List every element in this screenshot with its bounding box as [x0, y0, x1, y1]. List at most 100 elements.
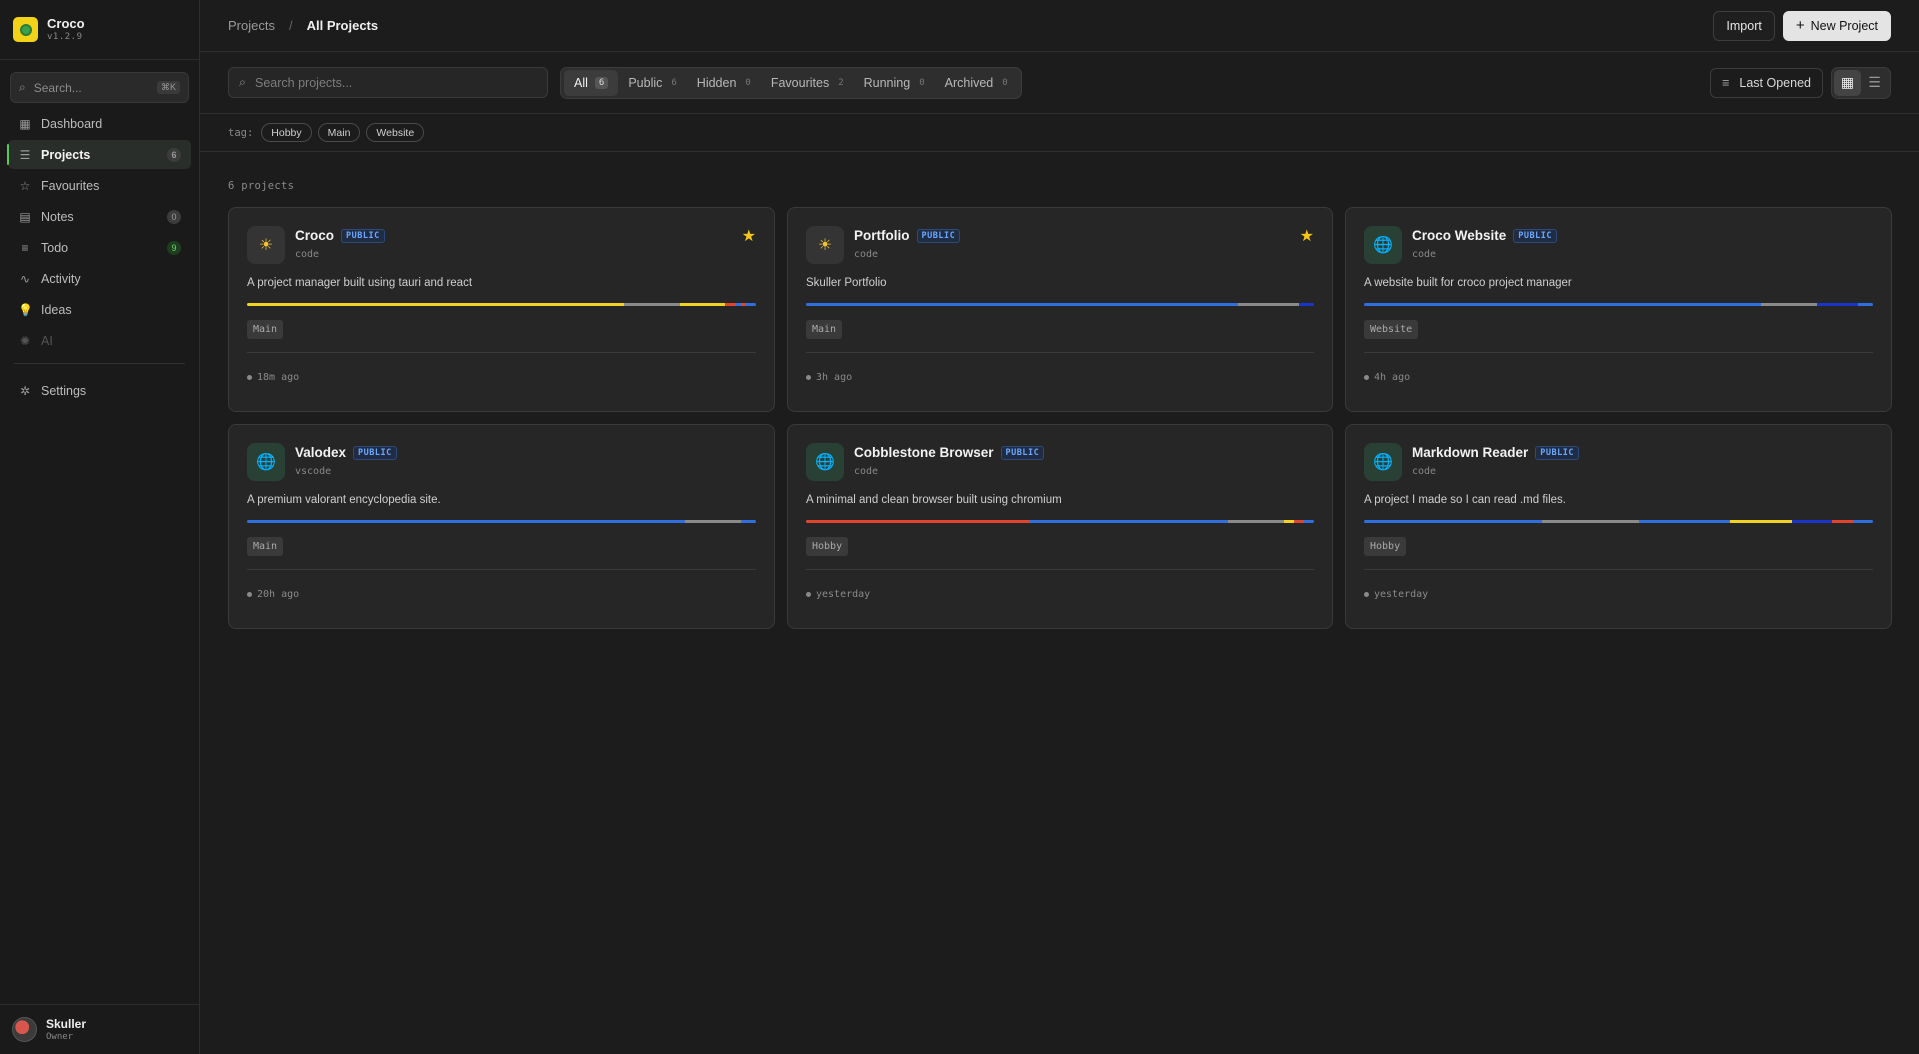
- new-project-button[interactable]: + New Project: [1782, 10, 1891, 41]
- card-header: 🌐 Valodex PUBLIC vscode: [247, 443, 756, 481]
- avatar: [12, 1017, 37, 1042]
- star-icon[interactable]: ★: [742, 226, 756, 246]
- project-card[interactable]: 🌐 Cobblestone Browser PUBLIC code A minimal …: [787, 424, 1333, 629]
- star-icon[interactable]: ★: [1300, 226, 1314, 246]
- projects-icon: ☰: [19, 147, 31, 162]
- project-card[interactable]: 🌐 Markdown Reader PUBLIC code A project I ma…: [1345, 424, 1892, 629]
- language-segment: [1227, 520, 1284, 523]
- sidebar-item-settings[interactable]: ✲ Settings: [8, 376, 191, 405]
- list-view-icon[interactable]: ☰: [1861, 70, 1888, 96]
- globe-icon: 🌐: [806, 443, 844, 481]
- last-opened: yesterday: [806, 589, 1314, 600]
- import-button[interactable]: Import: [1713, 10, 1775, 41]
- sidebar-item-projects[interactable]: ☰ Projects 6: [7, 140, 191, 169]
- count-badge: 9: [167, 240, 181, 255]
- sidebar-item-label: AI: [41, 333, 53, 348]
- card-header: ☀ Croco PUBLIC code: [247, 226, 756, 264]
- card-header: 🌐 Markdown Reader PUBLIC code: [1364, 443, 1873, 481]
- new-project-label: New Project: [1810, 18, 1878, 33]
- card-tags: Hobby: [806, 523, 1314, 556]
- shortcut-hint: ⌘K: [156, 81, 180, 94]
- sidebar-item-ai[interactable]: ✺ AI: [8, 326, 191, 355]
- project-description: A project manager built using tauri and …: [247, 277, 473, 289]
- brand[interactable]: Croco v1.2.9: [0, 0, 199, 60]
- sidebar-item-todo[interactable]: ≡ Todo 9: [8, 233, 191, 262]
- search-icon: ⌕: [19, 80, 26, 94]
- tag-chip-hobby[interactable]: Hobby: [261, 123, 312, 142]
- list-icon: ≡: [21, 240, 29, 255]
- language-segment: [806, 303, 1238, 306]
- project-card[interactable]: ☀ Portfolio PUBLIC code ★ Skuller Portfolio Ma…: [787, 207, 1333, 412]
- star-icon: ☆: [19, 178, 31, 193]
- sidebar-search[interactable]: ⌕ Search... ⌘K: [10, 72, 189, 103]
- project-type: vscode: [295, 466, 332, 477]
- main-content: Projects / All Projects Import + New Pro…: [200, 0, 1919, 1054]
- project-type: code: [854, 466, 879, 477]
- app-version: v1.2.9: [47, 32, 83, 42]
- project-title[interactable]: Cobblestone Browser: [854, 445, 994, 460]
- public-badge: PUBLIC: [1000, 445, 1045, 460]
- project-title[interactable]: Markdown Reader: [1412, 445, 1528, 460]
- card-title-block: Croco Website PUBLIC code: [1412, 226, 1557, 260]
- project-title[interactable]: Valodex: [295, 445, 346, 460]
- sort-button[interactable]: ≡ Last Opened: [1710, 67, 1823, 98]
- language-segment: [725, 303, 736, 306]
- language-segment: [1364, 303, 1762, 306]
- project-card[interactable]: ☀ Croco PUBLIC code ★ A project manager built…: [228, 207, 775, 412]
- user-profile[interactable]: Skuller Owner: [0, 1004, 199, 1054]
- tag-chip-main[interactable]: Main: [317, 123, 361, 142]
- bulb-icon: 💡: [18, 302, 33, 317]
- plus-icon: +: [1795, 17, 1805, 34]
- project-title[interactable]: Croco Website: [1412, 228, 1506, 243]
- filter-label: Archived: [944, 75, 994, 90]
- language-segment: [1237, 303, 1299, 306]
- project-description: Skuller Portfolio: [806, 277, 887, 289]
- globe-icon: 🌐: [247, 443, 285, 481]
- project-title[interactable]: Croco: [295, 228, 334, 243]
- language-bar: [247, 520, 756, 523]
- language-segment: [247, 303, 624, 306]
- project-search-input[interactable]: ⌕ Search projects...: [228, 67, 548, 98]
- sidebar-item-dashboard[interactable]: ▦ Dashboard: [8, 109, 191, 138]
- card-tags: Main: [247, 523, 756, 556]
- project-title[interactable]: Portfolio: [854, 228, 910, 243]
- public-badge: PUBLIC: [1513, 228, 1557, 243]
- card-title-block: Cobblestone Browser PUBLIC code: [854, 443, 1045, 477]
- tab-favourites[interactable]: Favourites 2: [761, 70, 854, 96]
- tab-hidden[interactable]: Hidden 0: [687, 70, 761, 96]
- card-divider: [806, 352, 1314, 353]
- globe-icon: 🌐: [1364, 443, 1402, 481]
- filter-count: 2: [838, 77, 844, 88]
- breadcrumb-projects[interactable]: Projects: [228, 18, 275, 33]
- project-card[interactable]: 🌐 Croco Website PUBLIC code A website built …: [1345, 207, 1892, 412]
- card-title-block: Valodex PUBLIC vscode: [295, 443, 397, 477]
- language-bar: [806, 520, 1314, 523]
- app-name: Croco: [47, 16, 85, 31]
- filter-label: Hidden: [696, 75, 737, 90]
- language-segment: [1303, 520, 1314, 523]
- project-grid: ☀ Croco PUBLIC code ★ A project manager built…: [228, 207, 1892, 629]
- language-bar: [247, 303, 756, 306]
- grid-view-icon[interactable]: ▦: [1834, 69, 1861, 96]
- language-segment: [1852, 520, 1873, 523]
- tab-running[interactable]: Running 0: [854, 70, 935, 96]
- tab-all[interactable]: All 6: [564, 69, 619, 96]
- tag-filter-bar: tag: Hobby Main Website: [200, 114, 1919, 152]
- sidebar-item-favourites[interactable]: ☆ Favourites: [8, 171, 191, 200]
- title-row: Croco PUBLIC: [295, 228, 385, 243]
- view-toggle: ▦ ☰: [1831, 66, 1891, 99]
- tab-archived[interactable]: Archived 0: [935, 70, 1018, 96]
- card-title-block: Markdown Reader PUBLIC code: [1412, 443, 1579, 477]
- project-card[interactable]: 🌐 Valodex PUBLIC vscode A premium valorant e…: [228, 424, 775, 629]
- sidebar-item-ideas[interactable]: 💡 Ideas: [8, 295, 191, 324]
- public-badge: PUBLIC: [353, 445, 397, 460]
- card-divider: [247, 352, 756, 353]
- tab-public[interactable]: Public 6: [618, 70, 686, 96]
- last-opened-text: yesterday: [1374, 589, 1429, 600]
- tag-chip-website[interactable]: Website: [366, 123, 425, 142]
- sidebar-item-notes[interactable]: ▤ Notes 0: [8, 202, 191, 231]
- language-segment: [1283, 520, 1294, 523]
- sidebar-item-activity[interactable]: ∿ Activity: [8, 264, 191, 293]
- top-bar: Projects / All Projects Import + New Pro…: [200, 0, 1919, 52]
- project-tag: Main: [806, 320, 843, 339]
